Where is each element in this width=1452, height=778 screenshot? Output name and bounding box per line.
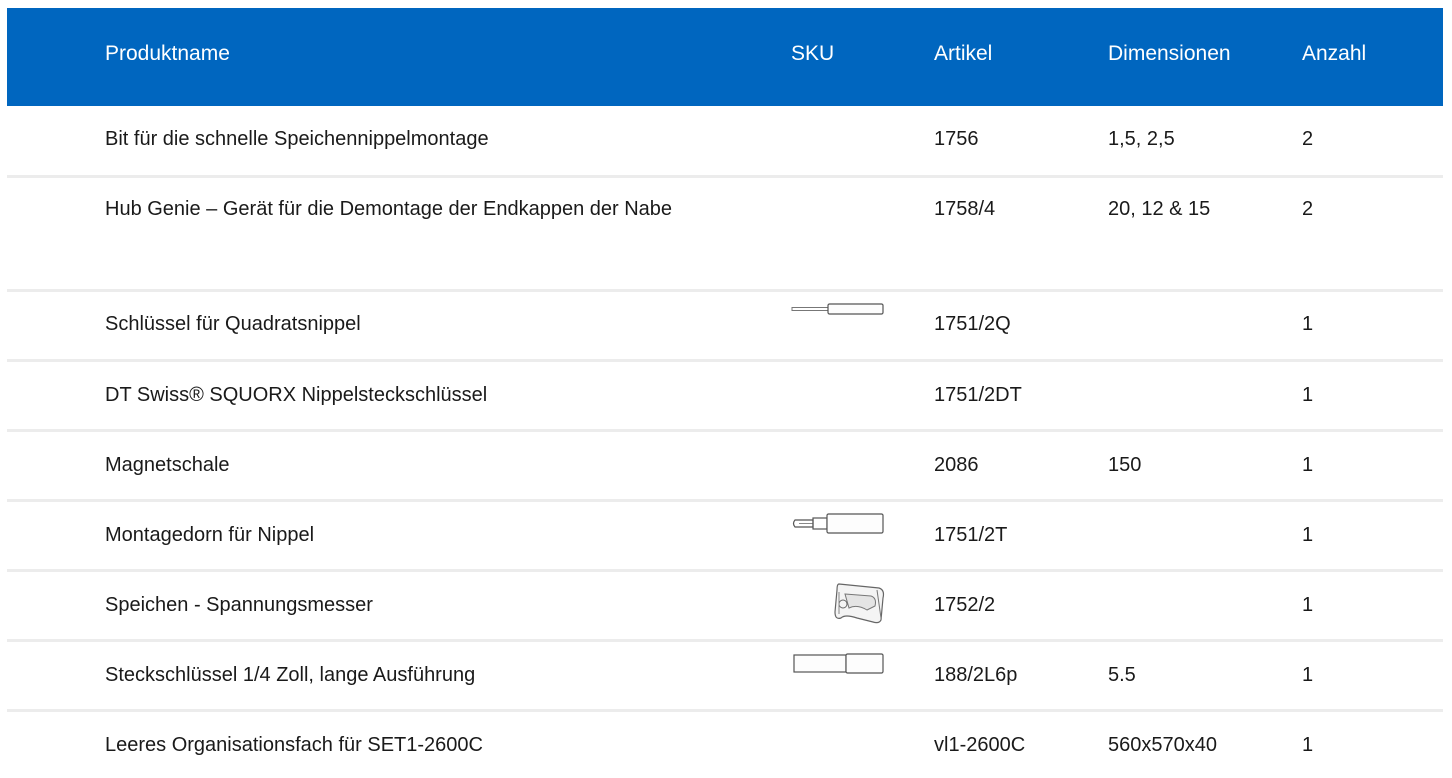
- quantity: 2: [1302, 198, 1314, 220]
- quantity: 1: [1302, 524, 1314, 546]
- product-name: Bit für die schnelle Speichennippelmonta…: [105, 128, 489, 150]
- table-row: Leeres Organisationsfach für SET1-2600C …: [7, 712, 1443, 774]
- screwdriver-image: [791, 302, 885, 318]
- dimensions: 150: [1108, 454, 1142, 476]
- column-header-sku: SKU: [791, 42, 835, 65]
- quantity: 1: [1302, 734, 1314, 756]
- product-name: Hub Genie – Gerät für die Demontage der …: [105, 198, 673, 220]
- product-name: Speichen - Spannungsmesser: [105, 594, 373, 616]
- quantity: 1: [1302, 313, 1314, 335]
- column-header-dimensions: Dimensionen: [1108, 42, 1231, 65]
- product-name: Schlüssel für Quadratsnippel: [105, 313, 361, 335]
- dimensions: 5.5: [1108, 664, 1136, 686]
- product-table: Produktname SKU Artikel Dimensionen Anza…: [7, 8, 1443, 774]
- table-header: Produktname SKU Artikel Dimensionen Anza…: [7, 8, 1443, 106]
- mandrel-image: [791, 512, 885, 536]
- article-number: vl1-2600C: [934, 734, 1026, 756]
- table-row: Schlüssel für Quadratsnippel 1751/2Q 1: [7, 292, 1443, 362]
- dimensions: 1,5, 2,5: [1108, 128, 1175, 150]
- quantity: 2: [1302, 128, 1314, 150]
- table-row: Hub Genie – Gerät für die Demontage der …: [7, 178, 1443, 292]
- article-number: 188/2L6p: [934, 664, 1018, 686]
- socket-wrench-image: [793, 653, 885, 675]
- quantity: 1: [1302, 664, 1314, 686]
- article-number: 2086: [934, 454, 979, 476]
- quantity: 1: [1302, 384, 1314, 406]
- article-number: 1758/4: [934, 198, 996, 220]
- product-name: Leeres Organisationsfach für SET1-2600C: [105, 734, 483, 756]
- quantity: 1: [1302, 594, 1314, 616]
- table-row: Montagedorn für Nippel 1751/2T 1: [7, 502, 1443, 572]
- product-name: Montagedorn für Nippel: [105, 524, 315, 546]
- column-header-article: Artikel: [934, 42, 993, 65]
- column-header-quantity: Anzahl: [1302, 42, 1367, 65]
- product-name: DT Swiss® SQUORX Nippelsteckschlüssel: [105, 384, 488, 406]
- table-row: Bit für die schnelle Speichennippelmonta…: [7, 106, 1443, 178]
- article-number: 1751/2Q: [934, 313, 1011, 335]
- table-row: Magnetschale 2086 150 1: [7, 432, 1443, 502]
- article-number: 1752/2: [934, 594, 996, 616]
- dimensions: 20, 12 & 15: [1108, 198, 1211, 220]
- table-row: Steckschlüssel 1/4 Zoll, lange Ausführun…: [7, 642, 1443, 712]
- article-number: 1751/2DT: [934, 384, 1022, 406]
- column-header-product-name: Produktname: [105, 42, 230, 65]
- table-row: Speichen - Spannungsmesser 1752/2 1: [7, 572, 1443, 642]
- article-number: 1751/2T: [934, 524, 1008, 546]
- tension-meter-image: [831, 580, 887, 626]
- product-name: Steckschlüssel 1/4 Zoll, lange Ausführun…: [105, 664, 476, 686]
- article-number: 1756: [934, 128, 979, 150]
- dimensions: 560x570x40: [1108, 734, 1217, 756]
- product-name: Magnetschale: [105, 454, 230, 476]
- quantity: 1: [1302, 454, 1314, 476]
- table-row: DT Swiss® SQUORX Nippelsteckschlüssel 17…: [7, 362, 1443, 432]
